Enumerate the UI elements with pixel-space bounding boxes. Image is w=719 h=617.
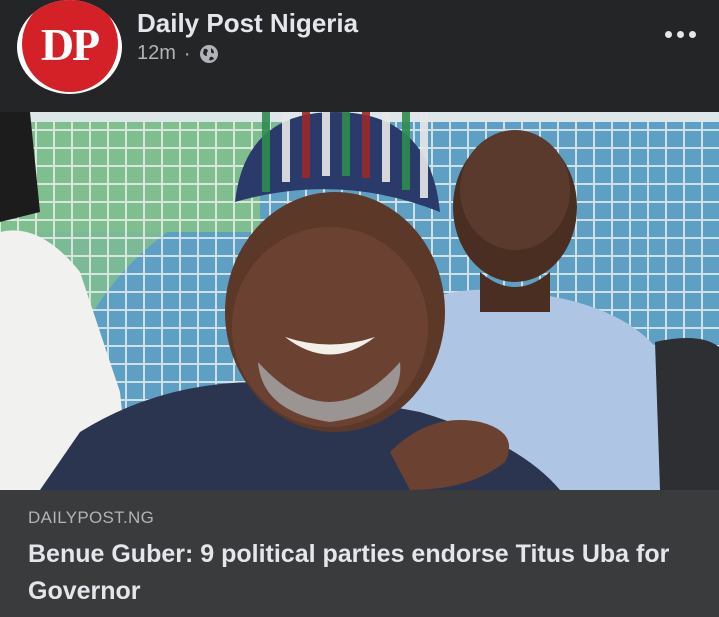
link-domain: DAILYPOST.NG xyxy=(28,508,155,527)
page-avatar[interactable]: DP xyxy=(17,0,122,94)
link-headline[interactable]: Benue Guber: 9 political parties endorse… xyxy=(28,536,698,610)
avatar-logo: DP xyxy=(21,0,118,92)
more-dot xyxy=(676,30,684,38)
globe-icon xyxy=(199,44,219,64)
post-header: DP Daily Post Nigeria 12m · xyxy=(0,0,719,112)
more-horizontal-icon xyxy=(664,30,672,38)
timestamp[interactable]: 12m xyxy=(137,42,176,65)
more-dot xyxy=(688,30,696,38)
post-photo[interactable] xyxy=(0,112,719,490)
page-name[interactable]: Daily Post Nigeria xyxy=(137,8,358,39)
separator: · xyxy=(183,42,191,65)
post-meta: 12m · xyxy=(137,42,219,65)
link-preview[interactable]: DAILYPOST.NG Benue Guber: 9 political pa… xyxy=(0,490,719,617)
more-options-button[interactable] xyxy=(658,18,702,50)
